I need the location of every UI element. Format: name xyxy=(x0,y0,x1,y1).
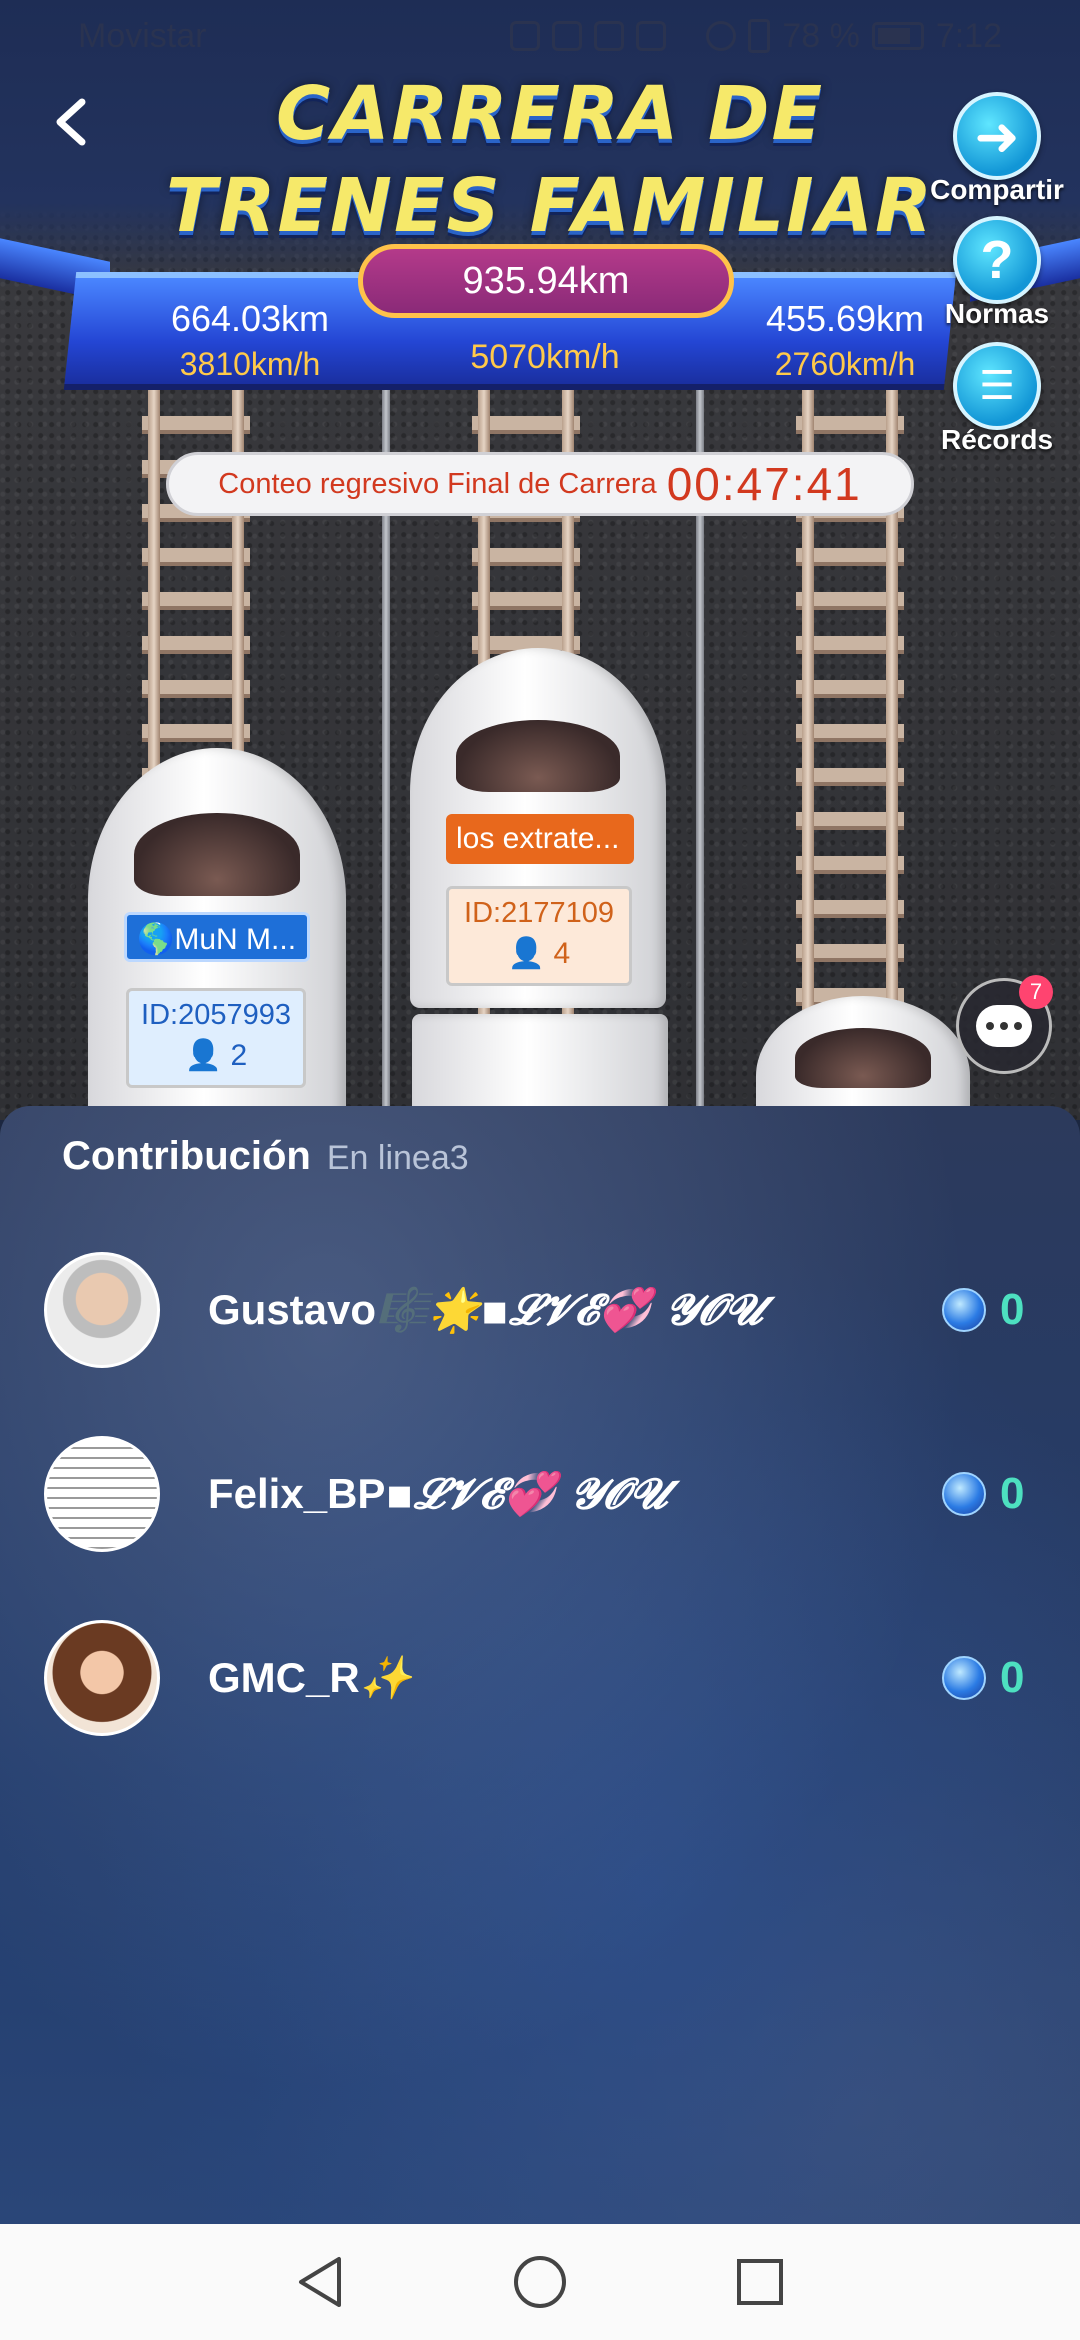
status-bar: Movistar 78 % 7:12 xyxy=(0,0,1080,72)
battery-percent: 78 % xyxy=(782,16,860,55)
team-id-card-left: ID:2057993 👤 2 xyxy=(126,988,306,1088)
battery-icon xyxy=(871,22,924,50)
team-id-center: ID:2177109 xyxy=(464,897,614,929)
notification-icon xyxy=(594,21,625,51)
user-icon: 👤 xyxy=(507,937,546,970)
list-item[interactable]: Gustavo🎼🌟▪𝓛𝓥𝓔💞 𝓨𝓞𝓤 0 xyxy=(44,1250,1044,1370)
alarm-icon xyxy=(706,21,737,51)
countdown-time: 00:47:41 xyxy=(666,458,862,510)
user-icon: 👤 xyxy=(184,1039,223,1072)
diamond-icon xyxy=(942,1472,986,1516)
system-nav-bar xyxy=(0,2224,1080,2340)
nav-recents-button[interactable] xyxy=(730,2252,790,2312)
share-button[interactable]: ➜ Compartir xyxy=(922,92,1072,206)
diamond-icon xyxy=(942,1656,986,1700)
wifi-icon xyxy=(552,21,583,51)
nav-back-button[interactable] xyxy=(290,2252,350,2312)
user-score: 0 xyxy=(1000,1653,1025,1702)
train-right[interactable] xyxy=(756,996,970,1120)
contribution-panel: Contribución En linea3 Gustavo🎼🌟▪𝓛𝓥𝓔💞 𝓨𝓞… xyxy=(0,1106,1080,2224)
avatar[interactable] xyxy=(44,1252,160,1368)
share-arrow-icon: ➜ xyxy=(953,92,1041,180)
records-button[interactable]: ☰ Récords xyxy=(922,342,1072,456)
circle-home-icon xyxy=(514,2256,566,2308)
race-scene: 🌎MuN M... ID:2057993 👤 2 los extrate... … xyxy=(0,0,1080,1120)
countdown-label: Conteo regresivo Final de Carrera xyxy=(218,467,657,500)
avatar[interactable] xyxy=(44,1620,160,1736)
total-distance: 935.94km xyxy=(358,244,734,318)
records-icon: ☰ xyxy=(953,342,1041,430)
panel-header: Contribución En linea3 xyxy=(62,1134,469,1179)
members-count-left: 2 xyxy=(230,1039,248,1072)
user-score: 0 xyxy=(1000,1285,1025,1334)
page-title: CARRERA DE TRENES FAMILIAR xyxy=(166,71,934,249)
team-tag-center: los extrate... xyxy=(446,814,634,864)
rules-button[interactable]: ? Normas xyxy=(922,216,1072,330)
records-label: Récords xyxy=(940,424,1054,455)
status-icons xyxy=(510,21,667,51)
signal-icon xyxy=(510,21,541,51)
user-name: GMC_R✨ xyxy=(208,1653,412,1702)
nav-home-button[interactable] xyxy=(510,2252,570,2312)
back-button[interactable] xyxy=(46,92,96,152)
carrier-name: Movistar xyxy=(78,16,207,55)
members-count-center: 4 xyxy=(553,937,571,970)
team-id-card-center: ID:2177109 👤 4 xyxy=(446,886,632,986)
team-tag-left: 🌎MuN M... xyxy=(124,912,310,962)
diamond-icon xyxy=(942,1288,986,1332)
list-item[interactable]: Felix_BP▪𝓛𝓥𝓔💞 𝓨𝓞𝓤 0 xyxy=(44,1434,1044,1554)
whatsapp-icon xyxy=(636,21,667,51)
left-speed: 3810km/h xyxy=(179,346,321,382)
chevron-left-icon xyxy=(56,98,86,146)
total-speed: 5070km/h xyxy=(470,338,620,376)
team-id-left: ID:2057993 xyxy=(141,999,291,1031)
list-item[interactable]: GMC_R✨ 0 xyxy=(44,1618,1044,1738)
triangle-back-icon xyxy=(299,2257,341,2307)
avatar[interactable] xyxy=(44,1436,160,1552)
clock: 7:12 xyxy=(935,16,1002,55)
square-recents-icon xyxy=(737,2259,783,2305)
user-name: Gustavo🎼🌟▪𝓛𝓥𝓔💞 𝓨𝓞𝓤 xyxy=(208,1285,763,1334)
rules-label: Normas xyxy=(944,298,1050,329)
online-count: En linea3 xyxy=(326,1139,469,1177)
chat-bubble-icon xyxy=(976,1005,1032,1047)
user-score: 0 xyxy=(1000,1469,1025,1518)
question-icon: ? xyxy=(953,216,1041,304)
left-distance: 664.03km xyxy=(170,298,330,339)
vibrate-icon xyxy=(748,19,771,53)
chat-button[interactable]: 7 xyxy=(956,975,1053,1074)
share-label: Compartir xyxy=(930,174,1064,205)
contribution-title: Contribución xyxy=(62,1134,311,1178)
race-countdown: Conteo regresivo Final de Carrera 00:47:… xyxy=(166,452,914,516)
train-center-car xyxy=(412,1014,668,1120)
chat-unread-badge: 7 xyxy=(1019,975,1053,1009)
user-name: Felix_BP▪𝓛𝓥𝓔💞 𝓨𝓞𝓤 xyxy=(208,1469,667,1518)
